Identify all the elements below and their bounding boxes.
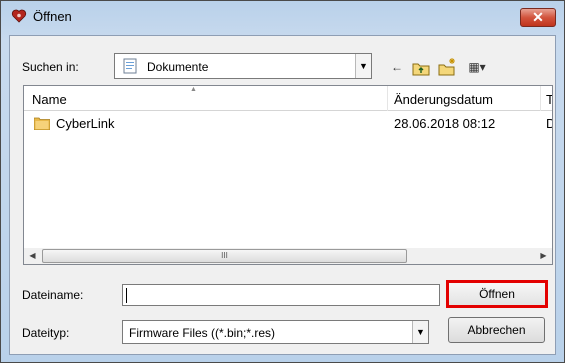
open-button[interactable]: Öffnen [446,280,548,308]
scroll-right-icon[interactable]: ▶ [535,248,552,264]
lookin-dropdown[interactable]: Dokumente ▼ [114,53,372,79]
horizontal-scrollbar[interactable]: ◀ III ▶ [23,248,553,265]
column-header: Name ▲ Änderungsdatum Ty [24,86,552,111]
view-menu-icon[interactable]: ▦▾ [462,56,492,78]
cancel-button[interactable]: Abbrechen [448,317,545,343]
title-bar[interactable]: Öffnen ✕ [1,1,564,35]
new-folder-icon[interactable] [436,56,458,78]
lookin-label: Suchen in: [22,60,79,74]
column-name[interactable]: Name [32,92,67,107]
scroll-left-icon[interactable]: ◀ [24,248,41,264]
item-name: CyberLink [56,116,115,131]
documents-folder-icon [123,58,137,74]
folder-icon [34,117,50,130]
dialog-body: Suchen in: Dokumente ▼ ← ▦▾ Name ▲ Änder… [9,35,556,355]
column-divider[interactable] [540,86,541,111]
scroll-thumb[interactable]: III [42,249,407,263]
text-caret [126,288,127,303]
filename-field[interactable] [122,284,440,306]
list-item[interactable]: CyberLink 28.06.2018 08:12 Da [24,114,552,134]
open-dialog: Öffnen ✕ Suchen in: Dokumente ▼ ← ▦▾ Nam… [0,0,565,363]
column-date[interactable]: Änderungsdatum [394,92,493,107]
item-type: Da [546,116,552,131]
chevron-down-icon[interactable]: ▼ [355,54,371,78]
chevron-down-icon[interactable]: ▼ [412,321,428,343]
column-type[interactable]: Ty [546,92,552,107]
close-button[interactable]: ✕ [520,8,556,27]
sort-up-icon: ▲ [190,86,197,93]
back-arrow-icon[interactable]: ← [386,56,408,78]
column-divider[interactable] [387,86,388,111]
filename-label: Dateiname: [22,288,84,302]
filetype-value: Firmware Files ((*.bin;*.res) [129,326,276,340]
window-title: Öffnen [33,9,72,24]
lookin-value: Dokumente [147,60,209,74]
file-list[interactable]: Name ▲ Änderungsdatum Ty CyberLink 28.06… [23,85,553,265]
app-heart-icon [11,9,27,23]
item-date: 28.06.2018 08:12 [394,116,496,131]
up-folder-icon[interactable] [410,56,432,78]
filetype-dropdown[interactable]: Firmware Files ((*.bin;*.res) ▼ [122,320,429,344]
filetype-label: Dateityp: [22,326,70,340]
